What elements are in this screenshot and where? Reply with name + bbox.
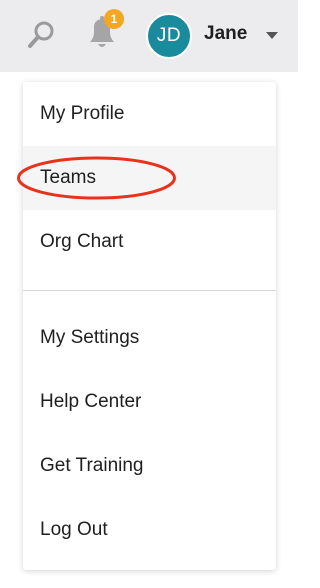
user-name: Jane bbox=[204, 23, 248, 44]
user-dropdown-menu: My Profile Teams Org Chart My Settings H… bbox=[23, 82, 276, 570]
avatar: JD bbox=[146, 13, 192, 59]
menu-divider bbox=[23, 290, 276, 291]
caret-down-icon bbox=[266, 32, 278, 39]
search-icon bbox=[28, 21, 54, 48]
menu-item-teams[interactable]: Teams bbox=[23, 146, 276, 210]
menu-item-label: My Settings bbox=[40, 327, 140, 348]
menu-item-label: Log Out bbox=[40, 519, 108, 540]
search-button[interactable] bbox=[26, 18, 58, 52]
menu-item-help-center[interactable]: Help Center bbox=[23, 370, 276, 434]
top-bar: 1 JD Jane bbox=[0, 0, 298, 72]
notification-badge: 1 bbox=[104, 9, 124, 29]
menu-item-my-settings[interactable]: My Settings bbox=[23, 306, 276, 370]
user-menu-toggle[interactable]: JD Jane bbox=[146, 13, 288, 59]
menu-item-label: Help Center bbox=[40, 391, 142, 412]
menu-item-log-out[interactable]: Log Out bbox=[23, 498, 276, 562]
menu-item-label: Get Training bbox=[40, 455, 144, 476]
menu-item-get-training[interactable]: Get Training bbox=[23, 434, 276, 498]
menu-item-label: Org Chart bbox=[40, 231, 124, 252]
menu-item-org-chart[interactable]: Org Chart bbox=[23, 210, 276, 274]
menu-item-my-profile[interactable]: My Profile bbox=[23, 82, 276, 146]
menu-item-label: My Profile bbox=[40, 103, 125, 124]
notifications-button[interactable]: 1 bbox=[86, 9, 126, 54]
menu-item-label: Teams bbox=[40, 167, 96, 188]
